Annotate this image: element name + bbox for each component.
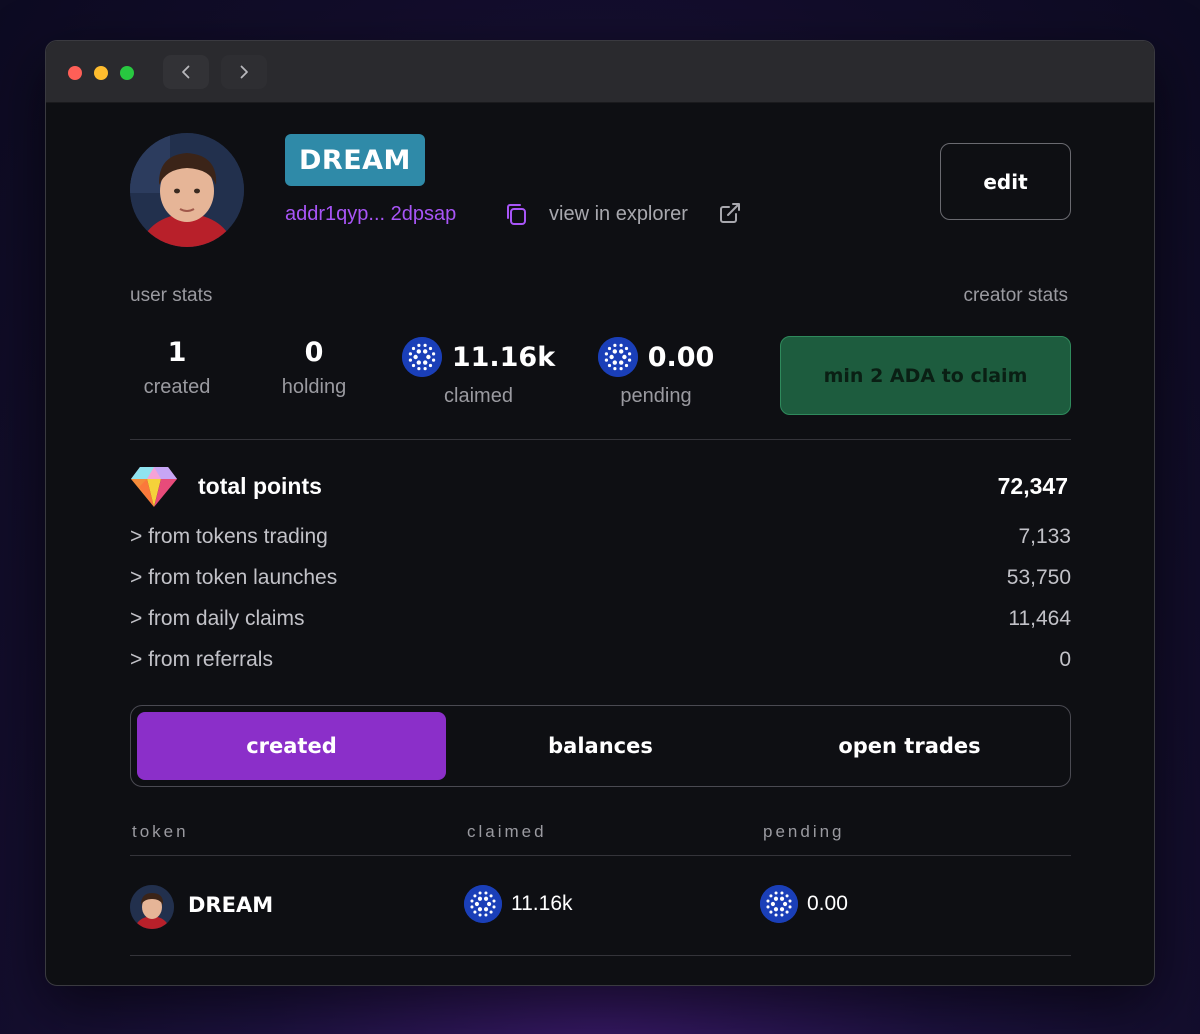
token-avatar[interactable] [130, 885, 174, 929]
stat-holding-label: holding [281, 376, 347, 398]
column-header-pending: pending [763, 822, 845, 841]
tab-created[interactable]: created [137, 712, 446, 780]
points-row: > from referrals 0 [130, 648, 1071, 672]
title-bar [46, 41, 1154, 103]
points-row: > from tokens trading 7,133 [130, 525, 1071, 549]
points-row-label: > from daily claims [130, 607, 305, 630]
profile-name-badge: DREAM [285, 134, 425, 186]
copy-icon[interactable] [503, 201, 529, 227]
token-name[interactable]: DREAM [188, 893, 273, 917]
maximize-window-button[interactable] [120, 66, 134, 80]
points-row-value: 0 [1059, 648, 1071, 671]
stat-holding-value: 0 [304, 337, 324, 368]
stat-created-label: created [143, 376, 211, 398]
stat-pending-value: 0.00 [647, 341, 715, 373]
creator-stats-label: creator stats [963, 285, 1068, 306]
points-row-label: > from tokens trading [130, 525, 328, 548]
cardano-icon [464, 885, 502, 923]
external-link-icon[interactable] [718, 201, 742, 225]
token-pending: 0.00 [760, 885, 848, 923]
claim-button[interactable]: min 2 ADA to claim [780, 336, 1071, 415]
token-claimed-value: 11.16k [511, 892, 573, 915]
minimize-window-button[interactable] [94, 66, 108, 80]
forward-arrow-icon [240, 65, 248, 79]
points-row-label: > from referrals [130, 648, 273, 671]
stat-claimed-label: claimed [444, 385, 513, 407]
column-header-claimed: claimed [467, 822, 547, 841]
points-row-value: 11,464 [1008, 607, 1071, 630]
token-pending-value: 0.00 [807, 892, 848, 915]
tab-open-trades[interactable]: open trades [755, 712, 1064, 780]
stat-pending-label: pending [620, 385, 692, 407]
back-button[interactable] [163, 55, 209, 89]
close-window-button[interactable] [68, 66, 82, 80]
tab-bar: created balances open trades [130, 705, 1071, 787]
back-arrow-icon [182, 65, 190, 79]
points-row: > from token launches 53,750 [130, 566, 1071, 590]
points-row: > from daily claims 11,464 [130, 607, 1071, 631]
cardano-icon [597, 337, 638, 377]
points-row-value: 7,133 [1018, 525, 1071, 548]
tab-balances[interactable]: balances [446, 712, 755, 780]
points-row-label: > from token launches [130, 566, 338, 589]
profile-avatar [130, 133, 244, 247]
stat-claimed: 11.16k claimed [401, 337, 556, 408]
app-window: DREAM addr1qyp... 2dpsap view in explore… [45, 40, 1155, 986]
gem-icon [130, 465, 178, 509]
divider [130, 439, 1071, 440]
table-row-divider [130, 955, 1071, 956]
stat-holding: 0 holding [271, 337, 357, 399]
edit-button[interactable]: edit [940, 143, 1071, 220]
cardano-icon [760, 885, 798, 923]
user-stats-label: user stats [130, 285, 213, 306]
view-in-explorer-link[interactable]: view in explorer [549, 203, 688, 226]
stat-created: 1 created [134, 337, 220, 399]
cardano-icon [401, 337, 442, 377]
stat-pending: 0.00 pending [586, 337, 726, 408]
token-claimed: 11.16k [464, 885, 573, 923]
forward-button[interactable] [221, 55, 267, 89]
stat-created-value: 1 [167, 337, 187, 368]
stat-claimed-value: 11.16k [451, 341, 556, 373]
total-points-value: 72,347 [997, 473, 1068, 499]
total-points-label: total points [198, 473, 322, 499]
wallet-address[interactable]: addr1qyp... 2dpsap [285, 203, 456, 226]
table-header-divider [130, 855, 1071, 856]
column-header-token: token [132, 822, 189, 841]
points-row-value: 53,750 [1006, 566, 1071, 589]
